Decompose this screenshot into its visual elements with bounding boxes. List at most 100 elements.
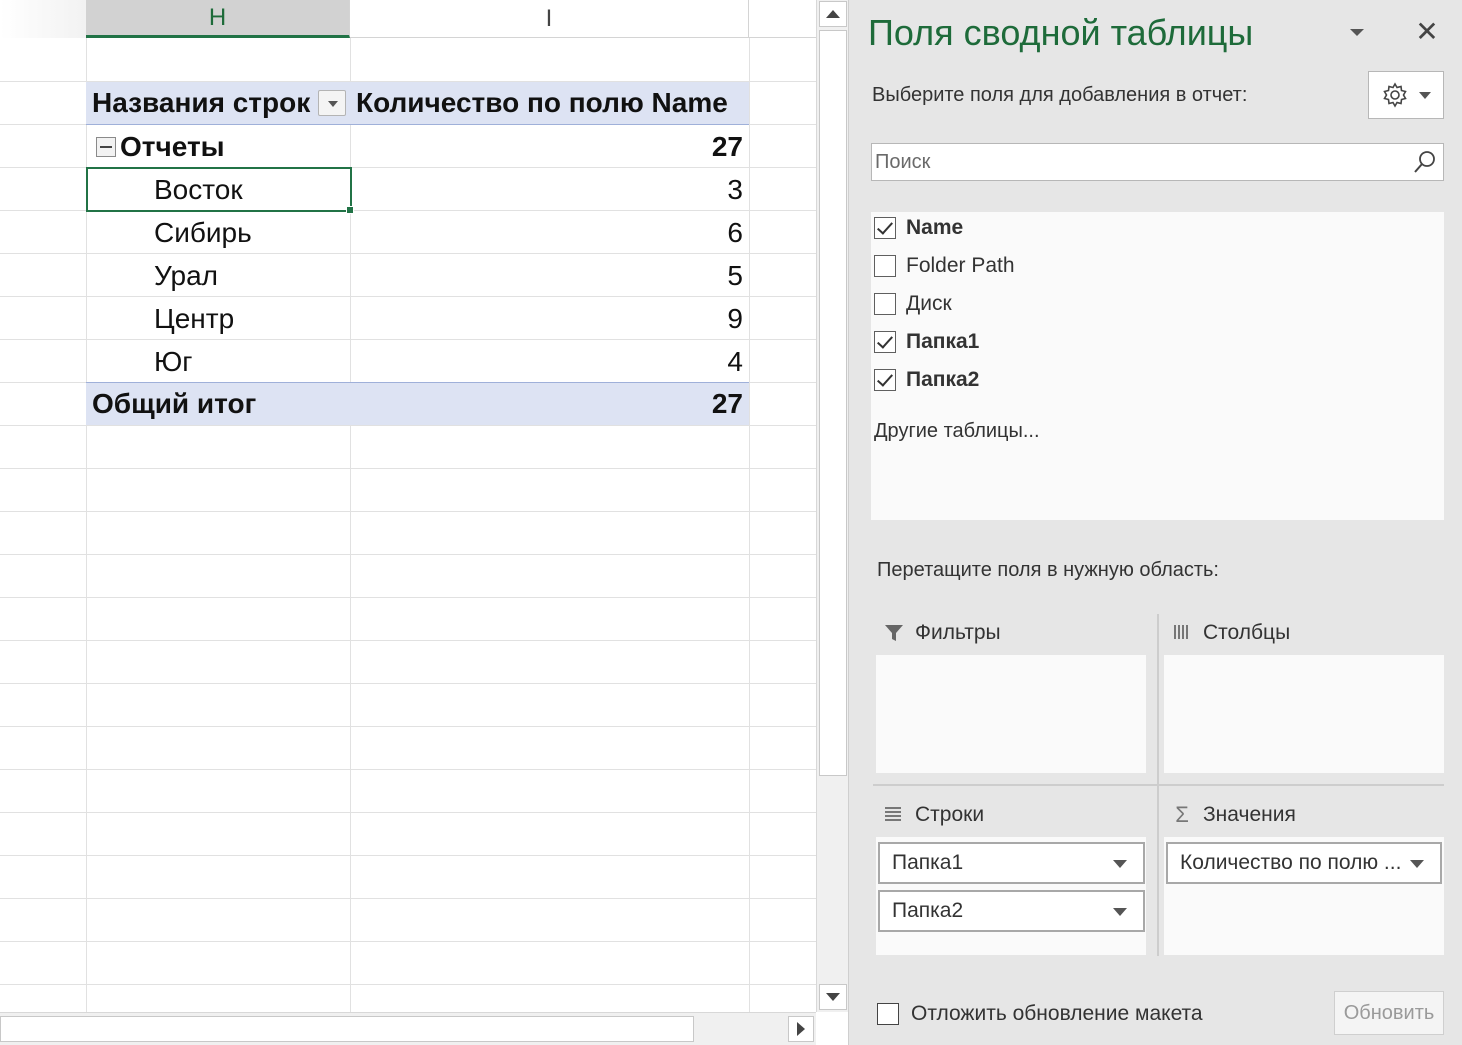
pivot-item-value-cell[interactable]: 5 — [350, 254, 749, 297]
chevron-down-icon[interactable] — [1410, 860, 1424, 868]
pivot-item-row: Юг 4 — [86, 340, 749, 383]
pivot-group-label: Отчеты — [120, 130, 225, 162]
field-checkbox[interactable] — [874, 369, 896, 391]
search-input[interactable] — [872, 144, 1402, 180]
columns-area-header: Столбцы — [1171, 618, 1290, 648]
pivot-item-value: 3 — [727, 173, 743, 205]
pivot-item-cell[interactable]: Сибирь — [86, 211, 350, 254]
grid-hline — [0, 468, 816, 469]
column-header-h[interactable]: H — [86, 0, 350, 38]
pivot-group-row: Отчеты 27 — [86, 125, 749, 168]
columns-icon — [1174, 625, 1188, 639]
field-checkbox[interactable] — [874, 217, 896, 239]
pivot-grand-total-row: Общий итог 27 — [86, 382, 749, 425]
pivot-value-header-cell[interactable]: Количество по полю Name — [350, 82, 749, 125]
vertical-scroll-thumb[interactable] — [819, 30, 847, 776]
chevron-down-icon[interactable] — [1113, 908, 1127, 916]
pane-options-dropdown[interactable] — [1347, 22, 1367, 42]
field-label: Папка1 — [906, 330, 980, 353]
rows-area-label: Строки — [915, 803, 985, 826]
rows-field-chip[interactable]: Папка2 — [878, 890, 1145, 932]
field-label: Диск — [906, 292, 952, 315]
grid-hline — [0, 726, 816, 727]
search-icon[interactable] — [1411, 148, 1439, 176]
pivot-group-cell[interactable]: Отчеты — [86, 125, 350, 168]
areas-horizontal-divider — [873, 784, 1444, 786]
pivot-item-row: Сибирь 6 — [86, 211, 749, 254]
values-field-chip[interactable]: Количество по полю ... — [1166, 842, 1442, 884]
field-item-name[interactable]: Name — [874, 212, 963, 244]
rows-icon — [885, 807, 901, 821]
gear-icon — [1383, 82, 1407, 108]
pivot-grand-total-cell[interactable]: Общий итог — [86, 383, 350, 426]
column-header-i[interactable]: I — [350, 0, 749, 38]
pivot-item-label: Центр — [154, 302, 235, 334]
grid-hline — [0, 554, 816, 555]
pivot-group-value-cell[interactable]: 27 — [350, 125, 749, 168]
pivot-item-value: 5 — [727, 259, 743, 291]
tools-button[interactable] — [1368, 71, 1444, 119]
grid-hline — [0, 597, 816, 598]
defer-layout-update[interactable]: Отложить обновление макета — [877, 1001, 1203, 1027]
update-button[interactable]: Обновить — [1334, 991, 1444, 1035]
grid-hline — [0, 812, 816, 813]
chevron-down-icon — [1419, 91, 1431, 99]
pivot-item-value-cell[interactable]: 6 — [350, 211, 749, 254]
pivot-grand-total-value: 27 — [711, 388, 743, 419]
pivot-item-value: 4 — [727, 345, 743, 377]
arrow-right-icon — [797, 1022, 805, 1036]
field-item-folder2[interactable]: Папка2 — [874, 364, 979, 396]
grid-hline — [0, 855, 816, 856]
columns-drop-zone[interactable] — [1164, 655, 1444, 773]
grid-hline — [0, 769, 816, 770]
filters-drop-zone[interactable] — [876, 655, 1146, 773]
field-label: Folder Path — [906, 254, 1015, 277]
field-item-disk[interactable]: Диск — [874, 288, 952, 320]
column-header-fade — [0, 0, 86, 38]
other-tables-link[interactable]: Другие таблицы... — [874, 420, 1040, 443]
pivot-item-cell[interactable]: Центр — [86, 297, 350, 340]
scroll-up-button[interactable] — [819, 1, 847, 27]
field-checkbox[interactable] — [874, 331, 896, 353]
field-label: Папка2 — [906, 368, 980, 391]
pivot-item-value-cell[interactable]: 3 — [350, 168, 749, 211]
row-labels-filter-button[interactable] — [318, 90, 347, 116]
pivot-item-value-cell[interactable]: 4 — [350, 340, 749, 383]
collapse-icon[interactable] — [96, 136, 116, 157]
field-checkbox[interactable] — [874, 293, 896, 315]
pivot-value-header: Количество по полю Name — [356, 87, 728, 118]
pivot-item-label: Урал — [154, 259, 219, 291]
pivot-row-labels-cell[interactable]: Названия строк — [86, 82, 350, 125]
values-area-label: Значения — [1203, 803, 1296, 826]
field-checkbox[interactable] — [874, 255, 896, 277]
field-item-folder-path[interactable]: Folder Path — [874, 250, 1015, 282]
pivot-item-value-cell[interactable]: 9 — [350, 297, 749, 340]
horizontal-scrollbar[interactable] — [0, 1012, 816, 1045]
pivot-item-value: 6 — [727, 216, 743, 248]
columns-area-label: Столбцы — [1203, 621, 1291, 644]
pivot-item-cell[interactable]: Урал — [86, 254, 350, 297]
pivot-grand-total-label: Общий итог — [92, 388, 257, 419]
chevron-down-icon[interactable] — [1113, 860, 1127, 868]
pivot-grand-total-value-cell[interactable]: 27 — [350, 383, 749, 426]
grid-hline — [0, 984, 816, 985]
scroll-right-button[interactable] — [788, 1016, 814, 1042]
pivot-item-label: Юг — [154, 345, 193, 377]
horizontal-scroll-thumb[interactable] — [0, 1016, 694, 1042]
field-search-box[interactable] — [871, 143, 1444, 181]
field-item-folder1[interactable]: Папка1 — [874, 326, 979, 358]
grid-hline — [0, 511, 816, 512]
scroll-down-button[interactable] — [819, 984, 847, 1010]
field-list: Name Folder Path Диск Папка1 Папка2 Друг… — [871, 212, 1444, 520]
values-area-header: Σ Значения — [1171, 800, 1296, 830]
pivot-group-value: 27 — [711, 130, 743, 162]
close-button[interactable]: ✕ — [1413, 16, 1441, 47]
pivot-item-cell[interactable]: Юг — [86, 340, 350, 383]
rows-field-chip[interactable]: Папка1 — [878, 842, 1145, 884]
vertical-scrollbar[interactable] — [816, 0, 848, 1012]
spreadsheet-grid[interactable]: H I Названия строк Количество по полю Na… — [0, 0, 818, 1045]
defer-checkbox[interactable] — [877, 1003, 899, 1025]
grid-hline — [0, 640, 816, 641]
filter-icon — [885, 625, 903, 641]
active-cell-selection[interactable] — [86, 167, 354, 214]
